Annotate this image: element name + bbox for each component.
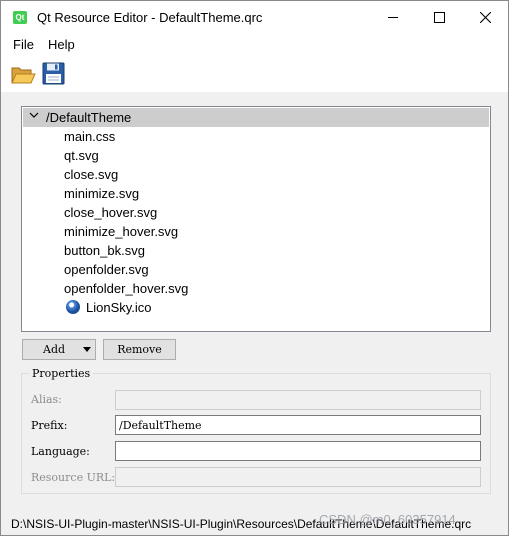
window-title: Qt Resource Editor - DefaultTheme.qrc xyxy=(37,10,263,25)
maximize-button[interactable] xyxy=(416,1,462,34)
tree-item-file[interactable]: openfolder_hover.svg xyxy=(64,281,188,300)
alias-label: Alias: xyxy=(31,393,62,406)
prefix-field[interactable]: /DefaultTheme xyxy=(115,415,481,435)
prefix-label: Prefix: xyxy=(31,419,68,432)
remove-button[interactable]: Remove xyxy=(103,339,176,360)
language-field[interactable] xyxy=(115,441,481,461)
close-button[interactable] xyxy=(462,1,508,34)
open-button[interactable] xyxy=(9,60,37,88)
menu-file[interactable]: File xyxy=(13,37,34,52)
resource-tree[interactable]: /DefaultTheme main.css qt.svg close.svg … xyxy=(21,106,491,332)
minimize-icon xyxy=(388,17,398,18)
qt-app-icon: Qt xyxy=(13,11,27,24)
tree-item-file-ico[interactable]: LionSky.ico xyxy=(66,300,152,319)
language-label: Language: xyxy=(31,445,90,458)
tree-item-file[interactable]: minimize_hover.svg xyxy=(64,224,178,243)
menu-help[interactable]: Help xyxy=(48,37,75,52)
properties-title: Properties xyxy=(29,367,94,380)
title-bar[interactable]: Qt Qt Resource Editor - DefaultTheme.qrc xyxy=(1,1,508,34)
tree-item-file[interactable]: close_hover.svg xyxy=(64,205,157,224)
menu-bar: File Help xyxy=(1,34,508,56)
tree-item-file[interactable]: close.svg xyxy=(64,167,118,186)
tree-root-label: /DefaultTheme xyxy=(46,110,132,125)
save-button[interactable] xyxy=(40,60,68,88)
tree-item-file[interactable]: openfolder.svg xyxy=(64,262,149,281)
close-icon xyxy=(480,12,491,23)
tree-item-label: LionSky.ico xyxy=(86,300,152,315)
resource-editor-window: Qt Qt Resource Editor - DefaultTheme.qrc… xyxy=(0,0,509,536)
tree-item-file[interactable]: qt.svg xyxy=(64,148,99,167)
watermark: CSDN @m0_60357914 xyxy=(319,512,456,527)
lionsky-app-icon xyxy=(66,300,80,314)
tree-root-prefix[interactable]: /DefaultTheme xyxy=(23,108,489,127)
tree-item-file[interactable]: minimize.svg xyxy=(64,186,139,205)
floppy-disk-icon xyxy=(42,62,65,85)
tree-item-file[interactable]: main.css xyxy=(64,129,115,148)
maximize-icon xyxy=(434,12,445,23)
chevron-down-icon[interactable] xyxy=(29,112,39,120)
toolbar xyxy=(1,56,508,92)
add-button-label: Add xyxy=(43,343,66,356)
dropdown-arrow-icon xyxy=(83,347,91,352)
resource-url-field xyxy=(115,467,481,487)
open-folder-icon xyxy=(11,67,36,84)
tree-item-file[interactable]: button_bk.svg xyxy=(64,243,145,262)
alias-field xyxy=(115,390,481,410)
add-button[interactable]: Add xyxy=(22,339,96,360)
minimize-button[interactable] xyxy=(370,1,416,34)
resource-url-label: Resource URL: xyxy=(31,471,116,484)
